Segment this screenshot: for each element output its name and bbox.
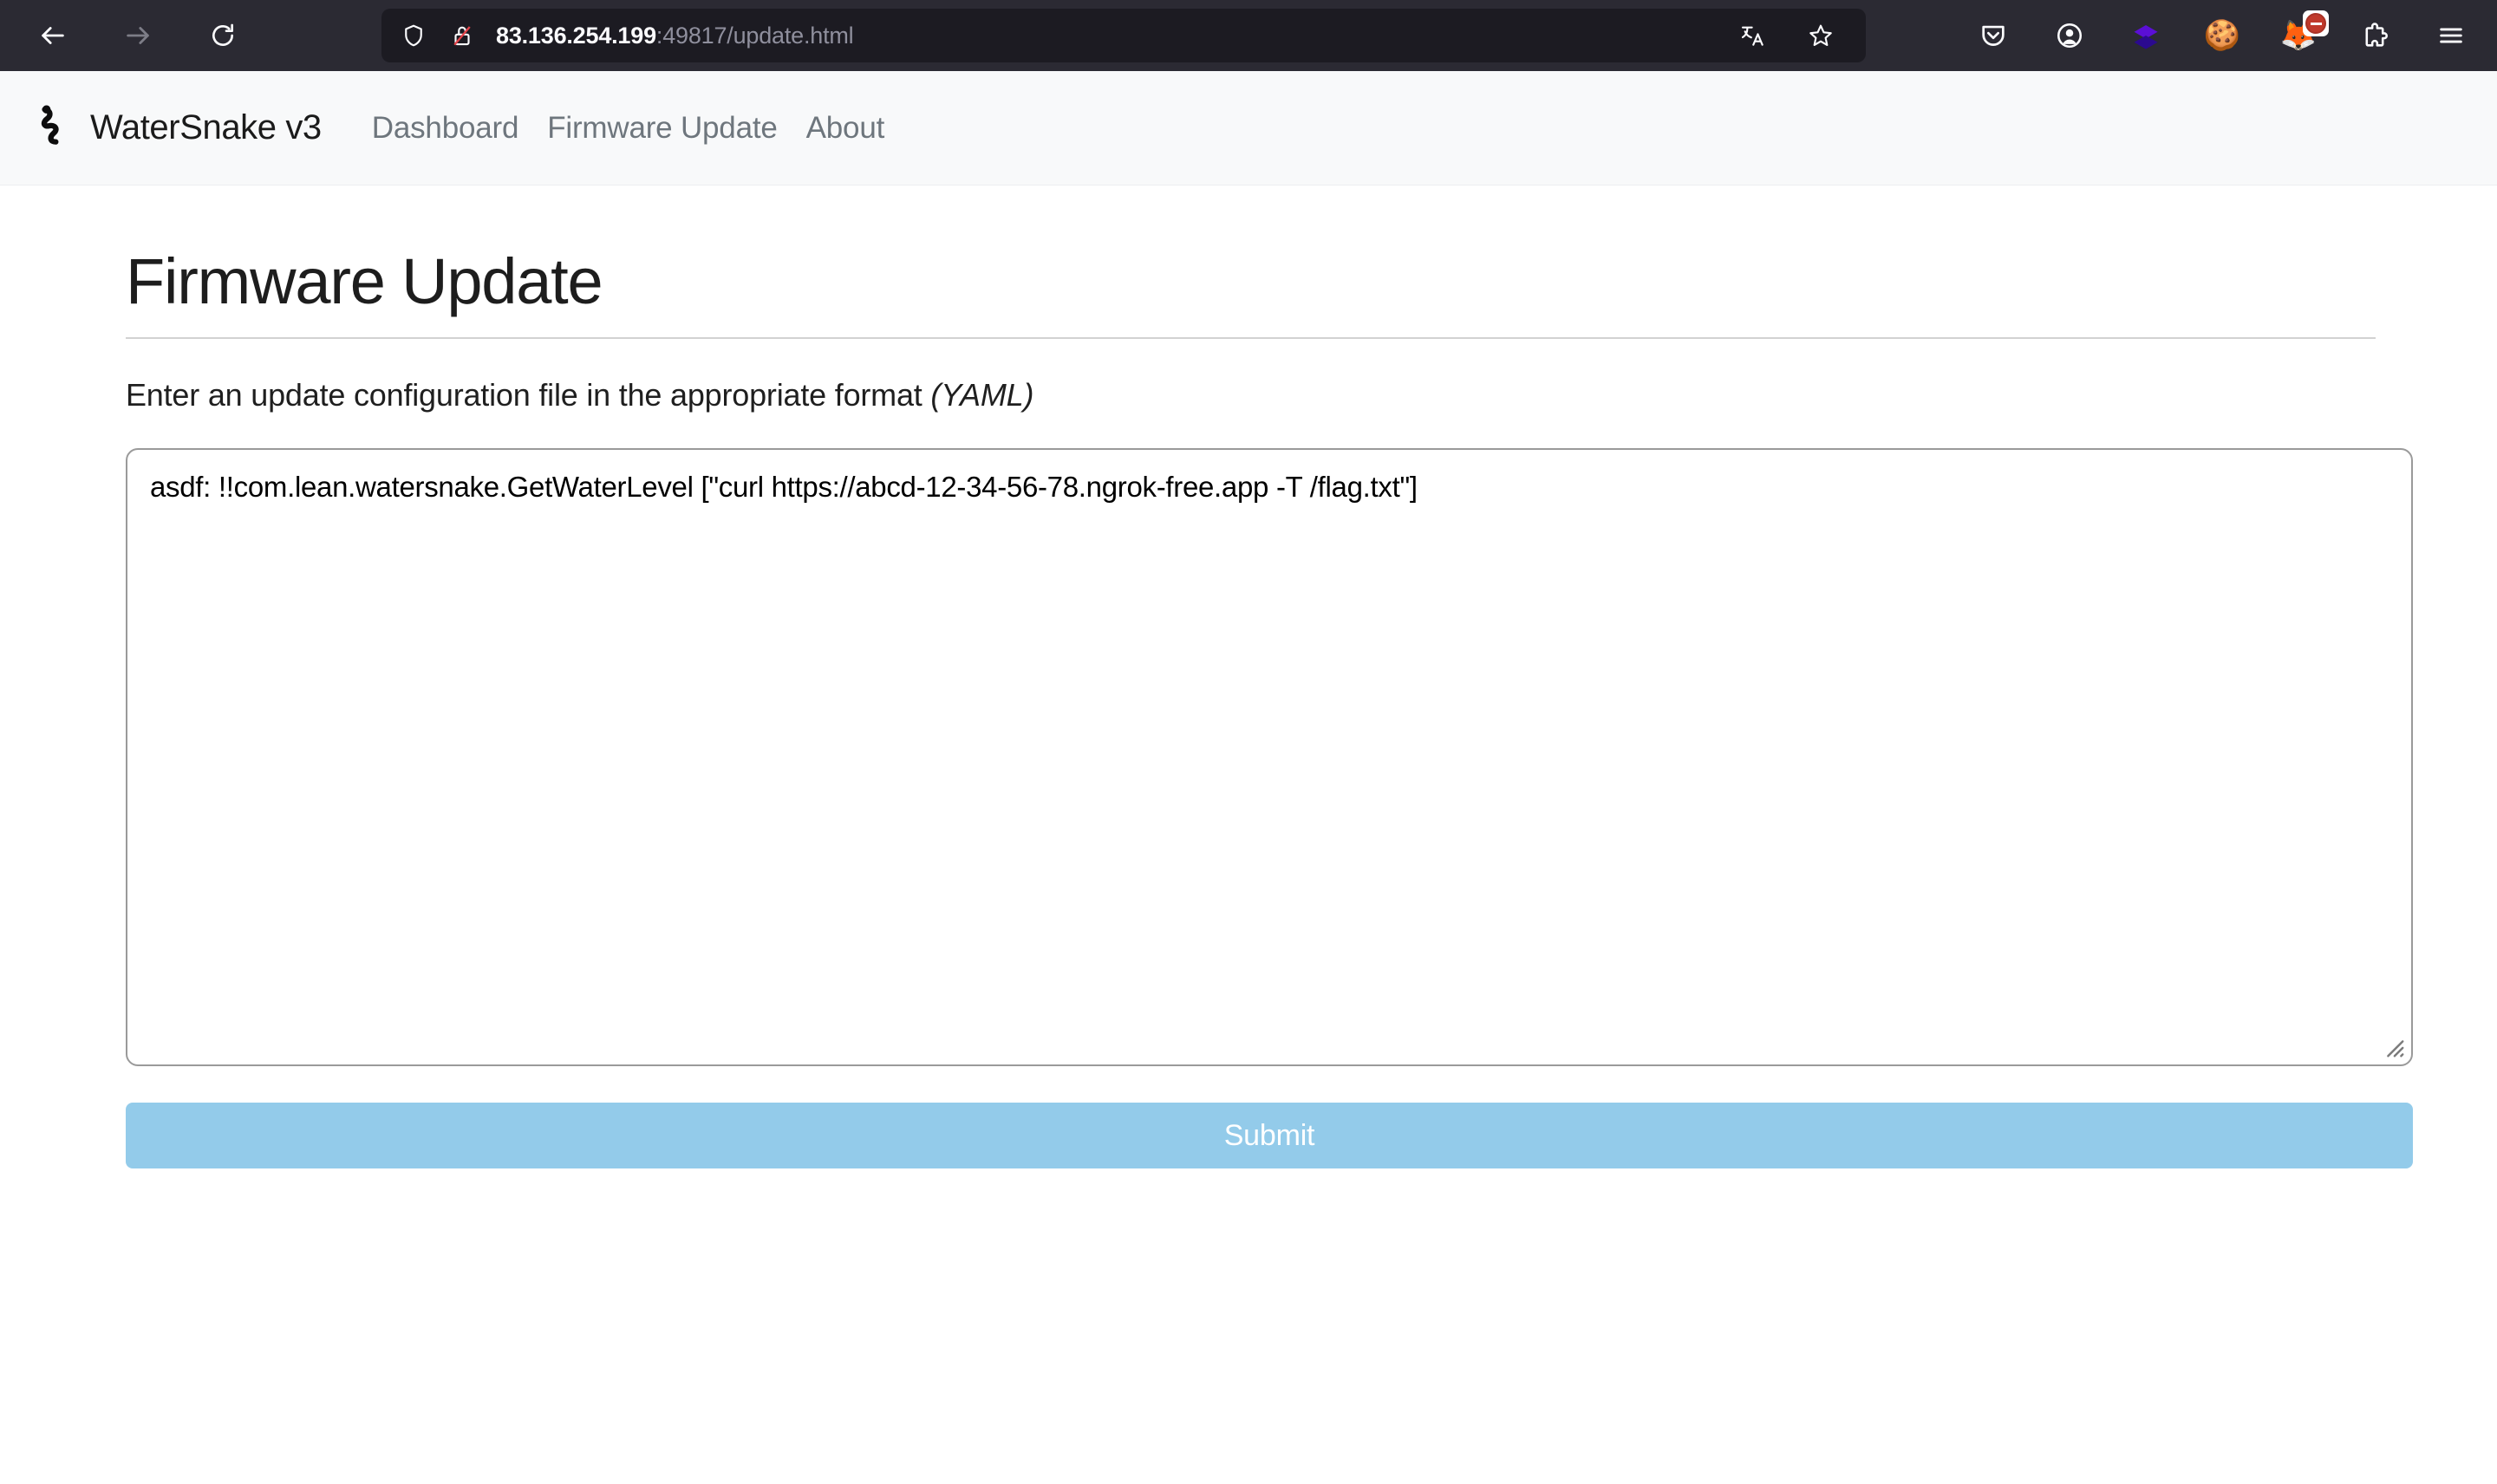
blocked-badge — [2303, 10, 2329, 36]
instruction-text: Enter an update configuration file in th… — [126, 377, 2376, 413]
nav-link-dashboard[interactable]: Dashboard — [372, 111, 519, 146]
url-host: 83.136.254.199 — [496, 22, 656, 49]
browser-toolbar: 83.136.254.199:49817/update.html 🍪 🦊 — [0, 0, 2497, 71]
brand-name: WaterSnake v3 — [90, 108, 322, 146]
cookie-icon[interactable]: 🍪 — [2199, 12, 2246, 59]
page-content: WaterSnake v3 Dashboard Firmware Update … — [0, 71, 2497, 1484]
instruction-format-hint: (YAML) — [930, 377, 1034, 413]
submit-button[interactable]: Submit — [126, 1103, 2413, 1169]
instruction-main: Enter an update configuration file in th… — [126, 377, 923, 413]
nav-link-firmware-update[interactable]: Firmware Update — [547, 111, 778, 146]
translate-icon[interactable] — [1731, 13, 1776, 58]
config-textarea-value[interactable]: asdf: !!com.lean.watersnake.GetWaterLeve… — [150, 469, 2389, 504]
address-bar-actions — [1731, 13, 1852, 58]
back-button[interactable] — [26, 9, 80, 62]
cookie-glyph: 🍪 — [2203, 19, 2241, 52]
shield-icon[interactable] — [401, 23, 427, 49]
hamburger-menu-icon[interactable] — [2428, 12, 2474, 59]
puzzle-extensions-icon[interactable] — [2351, 12, 2398, 59]
main-content: Firmware Update Enter an update configur… — [0, 186, 2497, 1169]
resize-grip-icon[interactable] — [2380, 1033, 2406, 1059]
forward-arrow-icon — [123, 21, 153, 50]
browser-nav-buttons — [0, 9, 250, 62]
page-title: Firmware Update — [126, 245, 603, 317]
address-bar-container: 83.136.254.199:49817/update.html — [381, 9, 1866, 62]
brand[interactable]: WaterSnake v3 — [24, 103, 322, 153]
snake-logo-icon — [24, 103, 75, 153]
bookmark-star-icon[interactable] — [1798, 13, 1843, 58]
url-text[interactable]: 83.136.254.199:49817/update.html — [496, 23, 1731, 49]
config-textarea[interactable]: asdf: !!com.lean.watersnake.GetWaterLeve… — [126, 448, 2413, 1067]
reload-button[interactable] — [196, 9, 250, 62]
forward-button[interactable] — [111, 9, 165, 62]
lock-broken-icon[interactable] — [449, 23, 475, 49]
layers-extension-icon[interactable] — [2122, 12, 2169, 59]
nav-link-about[interactable]: About — [806, 111, 885, 146]
browser-extension-bar: 🍪 🦊 — [1970, 0, 2474, 71]
url-path: :49817/update.html — [655, 22, 854, 49]
pocket-icon[interactable] — [1970, 12, 2017, 59]
back-arrow-icon — [38, 21, 68, 50]
reload-icon — [209, 22, 237, 49]
fox-blocker-icon[interactable]: 🦊 — [2275, 10, 2329, 59]
title-divider — [126, 337, 2376, 340]
account-icon[interactable] — [2046, 12, 2093, 59]
site-header: WaterSnake v3 Dashboard Firmware Update … — [0, 71, 2497, 186]
address-bar[interactable]: 83.136.254.199:49817/update.html — [381, 9, 1866, 62]
site-nav: Dashboard Firmware Update About — [372, 111, 885, 146]
